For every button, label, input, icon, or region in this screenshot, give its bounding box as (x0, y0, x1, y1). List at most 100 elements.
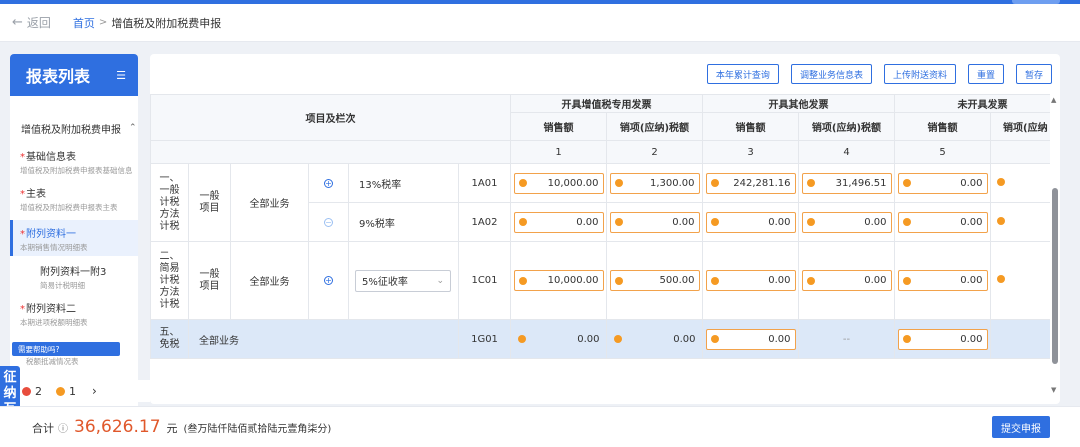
value-cell: 10,000.00 (510, 163, 607, 203)
amount-value: 0.00 (577, 333, 600, 345)
amount-input[interactable]: 0.00 (705, 270, 796, 291)
header-tax: 销项(应纳)税额 (606, 112, 703, 141)
rate-label: 13%税率 (348, 163, 459, 203)
amount-input[interactable]: 0.00 (897, 270, 988, 291)
header-tax: 销项(应纳)税额 (798, 112, 895, 141)
reset-button[interactable]: 重置 (967, 64, 1004, 84)
warning-icon (518, 218, 527, 226)
amount-value: 1,300.00 (649, 177, 695, 189)
amount-input[interactable]: 0.00 (801, 270, 892, 291)
sidebar-item-schedule-1[interactable]: *附列资料一 本期销售情况明细表 (10, 220, 138, 256)
amount-input[interactable]: 0.00 (897, 328, 988, 350)
sidebar-item-sublabel: 简易计税明细 (40, 281, 85, 290)
required-mark: * (20, 152, 25, 163)
amount-value: 10,000.00 (547, 177, 599, 189)
subsection-label: 一般项目 (188, 163, 231, 242)
warning-icon (902, 276, 911, 285)
amount-input[interactable]: 1,300.00 (609, 172, 700, 194)
section-simple-method-label: 二、 简易 计税 方法 计税 (150, 241, 189, 320)
column-number: 4 (798, 140, 895, 164)
help-bubble[interactable]: 需要帮助吗? (12, 342, 120, 356)
sidebar-item-basic-info[interactable]: *基础信息表 增值税及附加税费申报表基础信息 (10, 148, 138, 176)
submit-declaration-button[interactable]: 提交申报 (992, 416, 1050, 438)
plus-circle-icon[interactable]: + (324, 276, 333, 285)
amount-input[interactable]: 0.00 (801, 211, 892, 233)
sidebar-group-label: 增值税及附加税费申报 (21, 124, 121, 136)
main-panel: 本年累计查询 调整业务信息表 上传附送资料 重置 暂存 项目及栏次 开具增值税专… (150, 54, 1060, 404)
sidebar-header: 报表列表 ☰ (10, 54, 138, 96)
amount-input[interactable]: 500.00 (609, 270, 700, 291)
value-cell (990, 241, 1050, 320)
header-item-column: 项目及栏次 (150, 94, 511, 141)
scroll-up-icon[interactable]: ▲ (1051, 96, 1056, 104)
amount-input[interactable]: 242,281.16 (705, 172, 796, 194)
upload-attachments-button[interactable]: 上传附送资料 (883, 64, 956, 84)
section-label-line: 一般 (159, 184, 180, 196)
value-cell: 31,496.51 (798, 163, 895, 203)
column-number: 6 (990, 140, 1050, 164)
rate-select-value: 5%征收率 (362, 277, 408, 288)
value-cell: 0.00 (606, 202, 703, 242)
breadcrumb-current: 增值税及附加税费申报 (111, 16, 222, 30)
sidebar-title: 报表列表 (26, 67, 91, 86)
sidebar-group[interactable]: 增值税及附加税费申报 ⌃ (10, 120, 138, 136)
amount-readonly: 0.00 (610, 329, 700, 350)
table-row: 一、 一般 计税 方法 计税 一般项目 全部业务 + 13%税率 1A01 10… (150, 163, 1050, 242)
header-sales: 销售额 (510, 112, 607, 141)
expand-cell[interactable]: + (308, 241, 349, 320)
rate-select[interactable]: 5%征收率 ⌄ (355, 269, 451, 292)
value-cell (990, 163, 1050, 203)
sidebar-item-main-form[interactable]: *主表 增值税及附加税费申报表主表 (10, 185, 138, 213)
save-draft-button[interactable]: 暂存 (1015, 64, 1052, 84)
amount-input[interactable]: 0.00 (897, 172, 988, 194)
section-label-line: 计税 (159, 220, 180, 232)
warning-icon (806, 218, 815, 226)
collapse-menu-icon[interactable]: ☰ (116, 69, 126, 82)
amount-input[interactable]: 31,496.51 (801, 172, 892, 194)
footer-bar: 合计 ⓘ 36,626.17 元 (叁万陆仟陆佰贰拾陆元壹角柒分) 提交申报 (0, 406, 1080, 447)
error-dot-icon (22, 386, 31, 396)
column-number: 2 (606, 140, 703, 164)
amount-input[interactable]: 0.00 (705, 211, 796, 233)
sidebar-item-label: 附列资料一附3 (40, 267, 107, 278)
plus-circle-icon[interactable]: + (324, 178, 333, 188)
total-amount: 36,626.17 (74, 417, 161, 437)
sidebar-item-schedule-2[interactable]: *附列资料二 本期进项税额明细表 (10, 300, 138, 328)
section-label-line: 二、 (159, 250, 180, 262)
amount-input[interactable]: 10,000.00 (513, 172, 604, 194)
section-exempt-label: 五、 免税 (150, 319, 189, 359)
warning-icon (902, 179, 911, 187)
breadcrumb-home[interactable]: 首页 (73, 15, 95, 31)
expand-cell[interactable]: + (308, 163, 349, 203)
value-cell (990, 202, 1050, 242)
chevron-right-icon[interactable]: › (92, 384, 97, 398)
scroll-down-icon[interactable]: ▼ (1051, 386, 1056, 394)
value-cell: 0.00 (702, 241, 799, 320)
expand-cell[interactable]: − (308, 202, 349, 242)
minus-circle-icon[interactable]: − (324, 217, 333, 227)
warning-count[interactable]: 1 (69, 385, 76, 398)
annual-query-button[interactable]: 本年累计查询 (706, 64, 779, 84)
value-cell: 242,281.16 (702, 163, 799, 203)
amount-input[interactable]: 0.00 (705, 328, 796, 350)
back-label: 返回 (26, 16, 51, 30)
amount-input[interactable]: 0.00 (897, 211, 988, 233)
amount-input[interactable]: 0.00 (609, 211, 700, 233)
vertical-scrollbar[interactable]: ▲ ▼ (1050, 94, 1060, 394)
info-icon[interactable]: ⓘ (58, 420, 68, 435)
back-link[interactable]: ← 返回 (12, 14, 51, 31)
value-cell: 0.00 (702, 202, 799, 242)
section-general-method-label: 一、 一般 计税 方法 计税 (150, 163, 189, 242)
scroll-thumb[interactable] (1052, 188, 1058, 364)
adjust-business-info-button[interactable]: 调整业务信息表 (790, 64, 872, 84)
amount-input[interactable]: 0.00 (513, 211, 604, 233)
error-count[interactable]: 2 (35, 385, 42, 398)
header-blank (150, 140, 511, 164)
warning-icon (997, 216, 1005, 225)
sidebar-item-schedule-1-annex-3[interactable]: 附列资料一附3 简易计税明细 (10, 263, 138, 291)
warning-icon (710, 276, 719, 285)
amount-input[interactable]: 10,000.00 (513, 270, 604, 291)
amount-value: 0.00 (960, 177, 983, 189)
value-cell: 0.00 (894, 202, 991, 242)
warning-icon (517, 335, 526, 343)
